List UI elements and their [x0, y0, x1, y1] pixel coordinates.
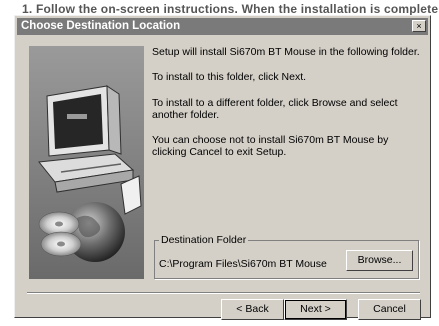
- browse-button[interactable]: Browse...: [346, 250, 413, 271]
- close-button[interactable]: ×: [412, 20, 426, 32]
- destination-folder-group: Destination Folder C:\Program Files\Si67…: [154, 234, 419, 279]
- setup-dialog: Choose Destination Location × Setup will…: [14, 15, 431, 320]
- dialog-titlebar[interactable]: Choose Destination Location ×: [17, 18, 428, 35]
- back-button[interactable]: < Back: [221, 299, 284, 320]
- destination-path: C:\Program Files\Si670m BT Mouse: [159, 258, 327, 270]
- page-header-text: 1. Follow the on-screen instructions. Wh…: [22, 2, 439, 16]
- button-separator: [27, 292, 420, 294]
- next-button[interactable]: Next >: [284, 299, 347, 320]
- setup-illustration: [29, 46, 144, 279]
- dialog-title: Choose Destination Location: [21, 20, 181, 32]
- destination-folder-label: Destination Folder: [159, 234, 249, 246]
- message-install-folder: Setup will install Si670m BT Mouse in th…: [152, 46, 420, 58]
- message-browse: To install to a different folder, click …: [152, 97, 398, 121]
- message-click-next: To install to this folder, click Next.: [152, 71, 307, 83]
- cancel-button[interactable]: Cancel: [358, 299, 421, 320]
- message-cancel: You can choose not to install Si670m BT …: [152, 134, 389, 158]
